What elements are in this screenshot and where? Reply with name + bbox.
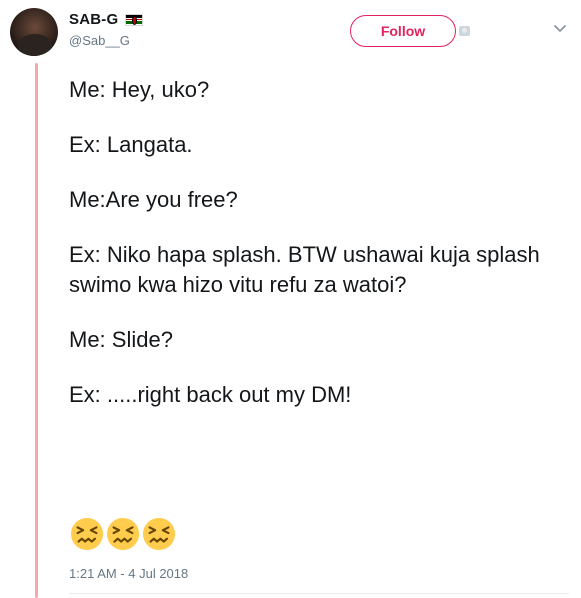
confounded-face-icon	[106, 517, 140, 551]
avatar[interactable]	[10, 8, 58, 56]
confounded-face-icon	[142, 517, 176, 551]
divider	[69, 593, 569, 594]
tweet-timestamp[interactable]: 1:21 AM - 4 Jul 2018	[69, 566, 188, 581]
emoji-row	[70, 517, 176, 551]
tweet-line: Me: Hey, uko?	[69, 77, 210, 102]
chevron-down-icon[interactable]	[552, 22, 568, 36]
kenya-flag-icon	[125, 13, 144, 26]
follow-button[interactable]: Follow	[350, 15, 456, 47]
tweet-text: Me: Hey, uko? Ex: Langata. Me:Are you fr…	[69, 75, 569, 435]
display-name[interactable]: SAB-G	[69, 11, 118, 28]
tweet-line: Me:Are you free?	[69, 187, 238, 212]
confounded-face-icon	[70, 517, 104, 551]
tweet-line: Ex: Langata.	[69, 132, 193, 157]
user-handle[interactable]: @Sab__G	[69, 33, 130, 48]
user-name-row: SAB-G	[69, 11, 144, 28]
add-user-icon[interactable]	[459, 26, 470, 36]
tweet-line: Me: Slide?	[69, 327, 173, 352]
tweet-line: Ex: .....right back out my DM!	[69, 382, 352, 407]
tweet-line: Ex: Niko hapa splash. BTW ushawai kuja s…	[69, 242, 540, 297]
thread-line	[35, 63, 38, 598]
